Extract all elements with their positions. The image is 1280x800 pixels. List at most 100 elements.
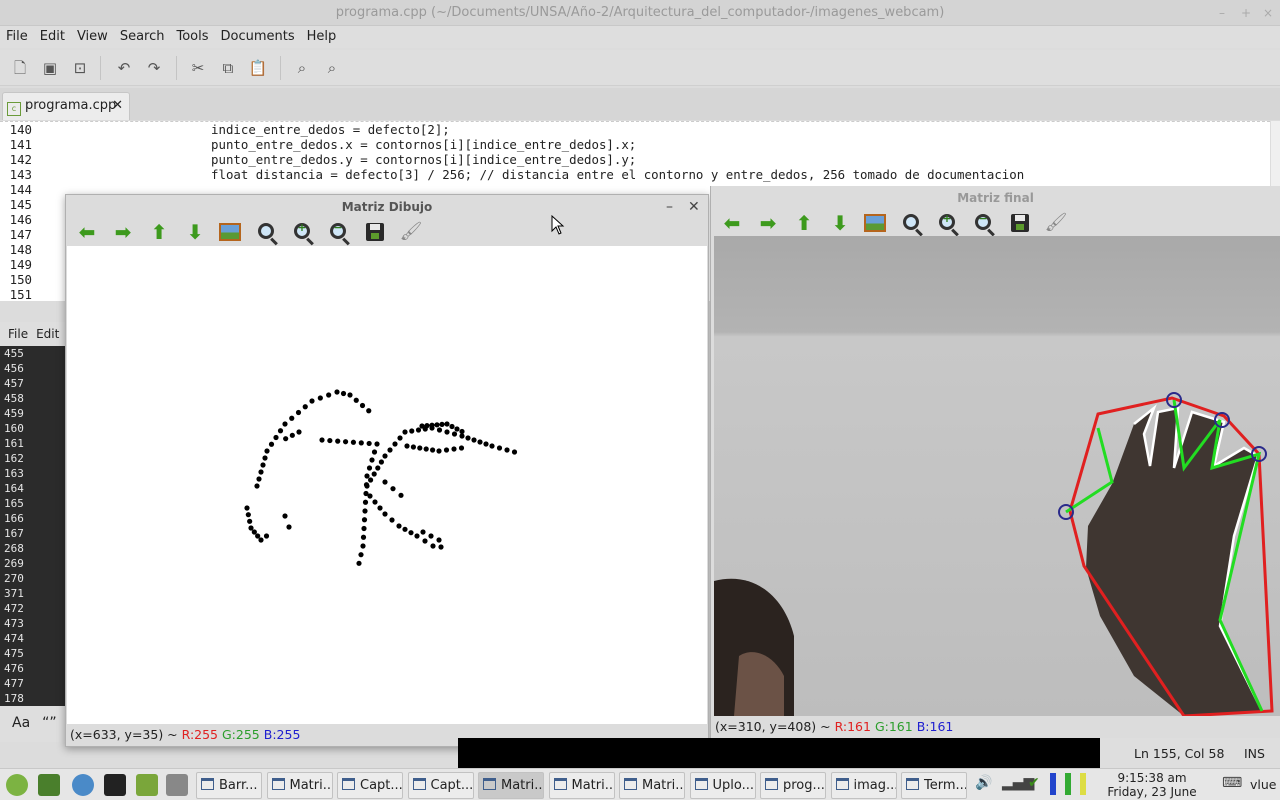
paste-icon[interactable]: 📋	[248, 58, 268, 78]
bg-line: 269	[4, 557, 24, 570]
taskbar-window-button[interactable]: Matri...	[619, 772, 685, 799]
taskbar-window-button[interactable]: Matri...	[548, 772, 615, 799]
clock-date: Friday, 23 June 2017	[1107, 785, 1197, 800]
volume-icon[interactable]: 🔊	[975, 775, 992, 791]
editor-title-bar: programa.cpp (~/Documents/UNSA/Año-2/Arq…	[0, 0, 1280, 26]
taskbar-window-label: Matri...	[642, 778, 685, 793]
arrow-down-icon[interactable]: ⬇	[828, 212, 852, 234]
bg-menu-file[interactable]: File	[8, 327, 28, 341]
drawing-dot	[263, 533, 270, 539]
maximize-icon[interactable]: +	[1241, 0, 1251, 26]
drawing-dot	[350, 439, 357, 445]
arrow-down-icon[interactable]: ⬇	[183, 221, 207, 243]
code-line: 151	[0, 287, 32, 302]
show-desktop-icon[interactable]	[38, 774, 60, 796]
bg-line: 477	[4, 677, 24, 690]
taskbar-window-button[interactable]: Matri...	[266, 772, 333, 799]
zoom-fit-icon[interactable]	[900, 212, 924, 234]
zoom-in-icon[interactable]: +	[291, 221, 315, 243]
cut-icon[interactable]: ✂	[188, 58, 208, 78]
search-replace-icon[interactable]: ⌕	[322, 58, 342, 78]
image-icon[interactable]	[219, 221, 243, 243]
taskbar-window-button[interactable]: prog...	[760, 772, 826, 799]
window-icon	[201, 778, 214, 790]
search-icon[interactable]: ⌕	[292, 58, 312, 78]
taskbar-window-label: Matri...	[501, 778, 544, 793]
open-file-icon[interactable]: ▣	[40, 58, 60, 78]
taskbar-window-button[interactable]: Barr...	[196, 772, 262, 799]
cpp-file-icon: c	[7, 102, 21, 116]
taskbar-window-button[interactable]: Matri...	[478, 772, 544, 799]
arrow-left-icon[interactable]: ⬅	[720, 212, 744, 234]
user-name[interactable]: vlue	[1250, 769, 1276, 800]
minimize-icon[interactable]: –	[666, 195, 673, 219]
drawing-dot	[260, 462, 266, 468]
menu-search[interactable]: Search	[114, 26, 171, 48]
minimize-icon[interactable]: –	[1219, 0, 1225, 26]
menu-view[interactable]: View	[71, 26, 114, 48]
close-icon[interactable]: ✕	[688, 195, 700, 219]
window-icon	[906, 778, 919, 790]
zoom-fit-icon[interactable]	[255, 221, 279, 243]
clock-time: 9:15:38 am	[1117, 771, 1187, 785]
zoom-out-icon[interactable]: −	[972, 212, 996, 234]
menu-documents[interactable]: Documents	[215, 26, 301, 48]
arrow-left-icon[interactable]: ⬅	[75, 221, 99, 243]
files-icon[interactable]	[136, 774, 158, 796]
code-line: 143 float distancia = defecto[3] / 256; …	[0, 167, 1025, 182]
tab-programa-cpp[interactable]: c programa.cpp ✕	[2, 92, 130, 120]
window-icon	[342, 778, 355, 790]
brush-icon[interactable]: 🖌	[1044, 212, 1068, 234]
zoom-in-icon[interactable]: +	[936, 212, 960, 234]
arrow-up-icon[interactable]: ⬆	[147, 221, 171, 243]
insert-mode[interactable]: INS	[1244, 738, 1265, 770]
arrow-right-icon[interactable]: ➡	[756, 212, 780, 234]
clock[interactable]: 9:15:38 am Friday, 23 June 2017	[1092, 769, 1212, 800]
drawing-canvas[interactable]	[67, 246, 707, 724]
bg-line: 458	[4, 392, 24, 405]
save-file-icon[interactable]: ⊡	[70, 58, 90, 78]
quote-button[interactable]: “”	[42, 715, 57, 731]
update-shield-icon[interactable]: ✔	[1028, 775, 1040, 791]
taskbar-window-button[interactable]: imag...	[830, 772, 897, 799]
drawing-dot	[392, 441, 398, 447]
browser-icon[interactable]	[72, 774, 94, 796]
menu-help[interactable]: Help	[301, 26, 343, 48]
drawing-dot	[451, 446, 457, 452]
menu-edit[interactable]: Edit	[34, 26, 71, 48]
drawing-dot	[471, 437, 477, 443]
menu-file[interactable]: File	[0, 26, 34, 48]
webcam-frame[interactable]	[714, 236, 1280, 716]
save-icon[interactable]	[363, 221, 387, 243]
arrow-up-icon[interactable]: ⬆	[792, 212, 816, 234]
new-file-icon[interactable]: 🗋	[10, 58, 30, 78]
arrow-right-icon[interactable]: ➡	[111, 221, 135, 243]
taskbar-window-button[interactable]: Term...	[901, 772, 967, 799]
copy-icon[interactable]: ⧉	[218, 58, 238, 78]
menu-tools[interactable]: Tools	[170, 26, 214, 48]
keyboard-icon[interactable]: ⌨	[1222, 775, 1242, 791]
taskbar-window-button[interactable]: Capt...	[337, 772, 403, 799]
image-icon[interactable]	[864, 212, 888, 234]
taskbar-window-button[interactable]: Capt...	[407, 772, 474, 799]
drawing-dot	[371, 449, 378, 455]
redo-icon[interactable]: ↷	[144, 58, 164, 78]
font-button[interactable]: Aa	[12, 715, 30, 731]
bg-menu-edit[interactable]: Edit	[36, 327, 59, 341]
code-line: 150	[0, 272, 32, 287]
code-line: 140 indice_entre_dedos = defecto[2];	[0, 122, 450, 137]
terminal-launcher-icon[interactable]	[104, 774, 126, 796]
close-icon[interactable]: ×	[1263, 0, 1273, 26]
drawing-dot	[335, 438, 341, 444]
tab-close-icon[interactable]: ✕	[112, 93, 123, 119]
zoom-out-icon[interactable]: −	[327, 221, 351, 243]
drawing-dot	[360, 534, 367, 540]
mint-menu-icon[interactable]	[6, 774, 28, 796]
undo-icon[interactable]: ↶	[114, 58, 134, 78]
drawing-dot	[366, 465, 373, 471]
drawing-dot	[408, 530, 414, 536]
save-icon[interactable]	[1008, 212, 1032, 234]
taskbar-window-button[interactable]: Uplo...	[689, 772, 756, 799]
brush-icon[interactable]: 🖌	[399, 221, 423, 243]
drive-icon[interactable]	[166, 774, 188, 796]
